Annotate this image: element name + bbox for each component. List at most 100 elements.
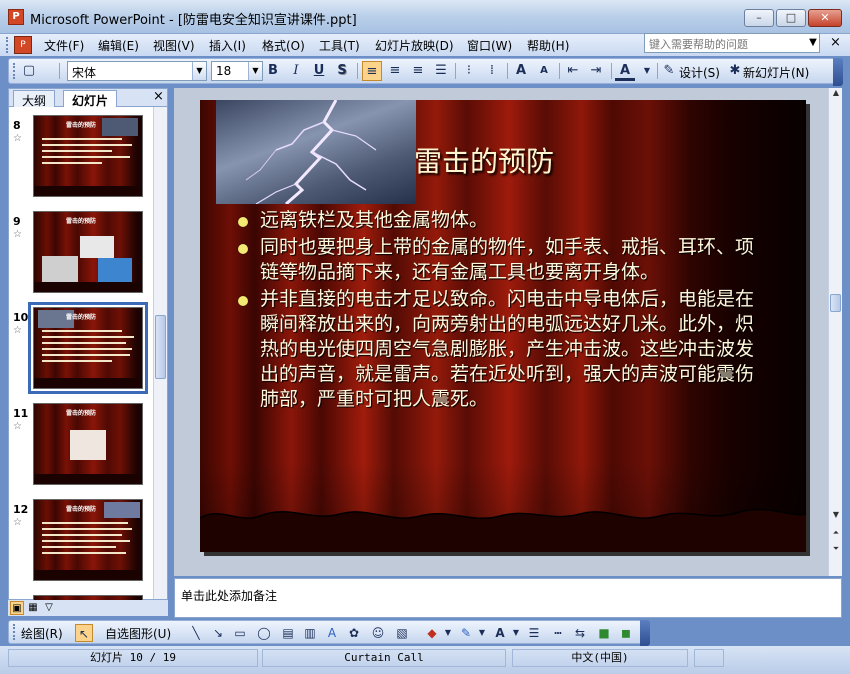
- new-slide-button[interactable]: 新幻灯片(N): [743, 64, 809, 81]
- align-right-icon[interactable]: ≡: [408, 61, 428, 81]
- menu-format[interactable]: 格式(O): [262, 37, 305, 54]
- arrow-style-icon[interactable]: ⇆: [571, 624, 589, 642]
- menu-edit[interactable]: 编辑(E): [98, 37, 139, 54]
- toolbar-options-icon[interactable]: [640, 620, 650, 646]
- toolbar-grip-handle[interactable]: [13, 63, 16, 79]
- line-style-icon[interactable]: ☰: [525, 624, 543, 642]
- close-window-button[interactable]: ✕: [808, 9, 842, 27]
- chevron-down-icon[interactable]: ▼: [473, 624, 491, 642]
- document-close-icon[interactable]: ×: [830, 35, 841, 50]
- help-dropdown-icon[interactable]: ▼: [806, 34, 820, 52]
- chevron-down-icon[interactable]: ▼: [637, 61, 657, 81]
- decrease-font-icon[interactable]: A: [534, 61, 554, 81]
- help-search-input[interactable]: 键入需要帮助的问题: [644, 33, 820, 53]
- next-slide-icon[interactable]: ⏷: [829, 544, 843, 554]
- chevron-down-icon[interactable]: ▼: [248, 62, 262, 80]
- underline-button[interactable]: U: [309, 61, 329, 81]
- slide-thumbnail-12[interactable]: 雷击的预防: [33, 499, 143, 581]
- scrollbar-thumb[interactable]: [830, 294, 841, 312]
- slide-thumbnail-9[interactable]: 雷击的预防: [33, 211, 143, 293]
- 3d-style-icon[interactable]: ◼: [617, 624, 635, 642]
- slide-thumbnail-10[interactable]: 雷击的预防: [28, 302, 148, 394]
- normal-view-icon[interactable]: ▣: [10, 601, 24, 615]
- select-pointer-icon[interactable]: ↖: [75, 624, 93, 642]
- transition-star-icon[interactable]: ☆: [13, 325, 22, 336]
- new-slide-icon[interactable]: ✱: [725, 61, 745, 81]
- increase-font-icon[interactable]: A: [511, 61, 531, 81]
- bullet-item[interactable]: 远离铁栏及其他金属物体。: [236, 208, 766, 233]
- autoshapes-menu-button[interactable]: 自选图形(U): [105, 625, 171, 642]
- minimize-button[interactable]: –: [744, 9, 774, 27]
- font-color-icon[interactable]: A: [615, 61, 635, 81]
- previous-slide-icon[interactable]: ⏶: [829, 528, 843, 538]
- powerpoint-app-icon[interactable]: P: [8, 9, 24, 25]
- numbered-list-icon[interactable]: ⁝: [459, 61, 479, 81]
- bold-button[interactable]: B: [263, 61, 283, 81]
- align-left-icon[interactable]: ≡: [362, 61, 382, 81]
- menu-insert[interactable]: 插入(I): [209, 37, 246, 54]
- menu-grip-handle[interactable]: [6, 37, 10, 53]
- slide-scrollbar[interactable]: ▲ ▼ ⏶ ⏷: [828, 88, 842, 576]
- menu-tools[interactable]: 工具(T): [319, 37, 360, 54]
- draw-menu-button[interactable]: 绘图(R): [21, 625, 63, 642]
- transition-star-icon[interactable]: ☆: [13, 133, 22, 144]
- slide-title[interactable]: 雷击的预防: [414, 140, 554, 180]
- toolbar-grip-handle[interactable]: [13, 624, 16, 640]
- wordart-icon[interactable]: A: [323, 624, 341, 642]
- align-center-icon[interactable]: ≡: [385, 61, 405, 81]
- transition-star-icon[interactable]: ☆: [13, 229, 22, 240]
- document-icon[interactable]: P: [14, 36, 32, 54]
- clipart-icon[interactable]: ☺: [369, 624, 387, 642]
- font-name-select[interactable]: 宋体 ▼: [67, 61, 207, 81]
- shadow-button[interactable]: S: [332, 61, 352, 81]
- line-spacing-icon[interactable]: ☰: [431, 61, 451, 81]
- chevron-down-icon[interactable]: ▼: [439, 624, 457, 642]
- transition-star-icon[interactable]: ☆: [13, 517, 22, 528]
- menu-help[interactable]: 帮助(H): [527, 37, 569, 54]
- scroll-up-icon[interactable]: ▲: [829, 88, 843, 97]
- bulleted-list-icon[interactable]: ⁞: [482, 61, 502, 81]
- current-slide[interactable]: 雷击的预防 远离铁栏及其他金属物体。 同时也要把身上带的金属的物件，如手表、戒指…: [200, 100, 806, 552]
- shadow-style-icon[interactable]: ■: [595, 624, 613, 642]
- notes-placeholder[interactable]: 单击此处添加备注: [181, 587, 277, 604]
- tab-slides[interactable]: 幻灯片: [63, 90, 118, 108]
- thumbnails-scrollbar[interactable]: [153, 107, 167, 599]
- scrollbar-thumb[interactable]: [155, 315, 166, 379]
- transition-star-icon[interactable]: ☆: [13, 421, 22, 432]
- pane-close-icon[interactable]: ×: [153, 89, 164, 104]
- chevron-down-icon[interactable]: ▼: [192, 62, 206, 80]
- chevron-down-icon[interactable]: ▼: [507, 624, 525, 642]
- scroll-down-icon[interactable]: ▼: [829, 510, 843, 519]
- menu-slideshow[interactable]: 幻灯片放映(D): [375, 37, 454, 54]
- diagram-icon[interactable]: ✿: [345, 624, 363, 642]
- slideshow-view-icon[interactable]: ▽: [42, 601, 56, 615]
- tab-outline[interactable]: 大纲: [13, 90, 56, 108]
- design-icon[interactable]: ✎: [659, 61, 679, 81]
- increase-indent-icon[interactable]: ⇥: [586, 61, 606, 81]
- font-size-select[interactable]: 18 ▼: [211, 61, 263, 81]
- rectangle-tool-icon[interactable]: ▭: [231, 624, 249, 642]
- menu-view[interactable]: 视图(V): [153, 37, 195, 54]
- menu-file[interactable]: 文件(F): [44, 37, 84, 54]
- slide-thumbnail-8[interactable]: 雷击的预防: [33, 115, 143, 197]
- bullet-item[interactable]: 并非直接的电击才足以致命。闪电击中导电体后，电能是在瞬间释放出来的，向两旁射出的…: [236, 287, 766, 412]
- slide-sorter-view-icon[interactable]: ▦: [26, 601, 40, 615]
- maximize-button[interactable]: □: [776, 9, 806, 27]
- italic-button[interactable]: I: [286, 61, 306, 81]
- insert-picture-icon[interactable]: ▧: [393, 624, 411, 642]
- vertical-textbox-icon[interactable]: ▥: [301, 624, 319, 642]
- decrease-indent-icon[interactable]: ⇤: [563, 61, 583, 81]
- line-tool-icon[interactable]: ╲: [187, 624, 205, 642]
- textbox-tool-icon[interactable]: ▤: [279, 624, 297, 642]
- lightning-photo[interactable]: [216, 100, 416, 204]
- menu-window[interactable]: 窗口(W): [467, 37, 512, 54]
- new-document-icon[interactable]: ▢: [19, 61, 39, 81]
- slide-thumbnail-11[interactable]: 雷击的预防: [33, 403, 143, 485]
- dash-style-icon[interactable]: ┅: [549, 624, 567, 642]
- slide-bullet-list[interactable]: 远离铁栏及其他金属物体。 同时也要把身上带的金属的物件，如手表、戒指、耳环、项链…: [236, 208, 766, 414]
- design-button[interactable]: 设计(S): [679, 64, 720, 81]
- oval-tool-icon[interactable]: ◯: [255, 624, 273, 642]
- arrow-tool-icon[interactable]: ↘: [209, 624, 227, 642]
- bullet-item[interactable]: 同时也要把身上带的金属的物件，如手表、戒指、耳环、项链等物品摘下来，还有金属工具…: [236, 235, 766, 285]
- notes-pane[interactable]: 单击此处添加备注: [174, 578, 842, 618]
